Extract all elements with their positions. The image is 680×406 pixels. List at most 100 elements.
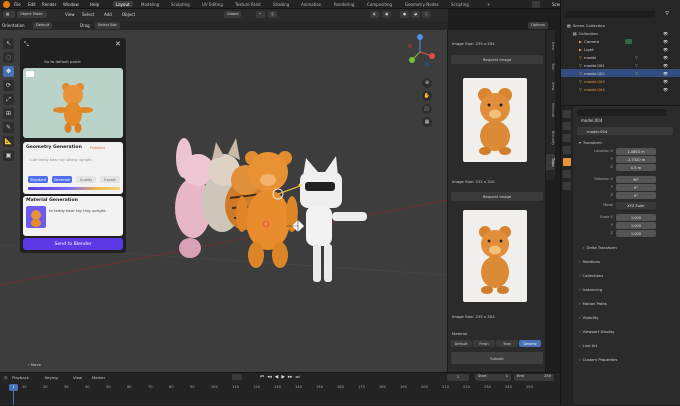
- pivot-selector[interactable]: Global: [224, 11, 242, 18]
- modifier-tab-icon[interactable]: [563, 170, 571, 178]
- panel-motion-paths[interactable]: › Motion Paths: [579, 299, 607, 307]
- outliner-search-input[interactable]: [565, 11, 655, 18]
- request-image-button-2[interactable]: Request Image: [451, 192, 543, 201]
- tab-compositing[interactable]: Compositing: [364, 1, 395, 7]
- transform-tool-icon[interactable]: ⊞: [3, 108, 14, 119]
- chip-generate[interactable]: Generate: [52, 176, 72, 183]
- xray-icon[interactable]: ▣: [382, 11, 391, 18]
- outliner-row-light[interactable]: ▶ Light 👁: [561, 45, 680, 53]
- tab-tripo[interactable]: Tripo: [546, 154, 555, 170]
- outliner-row-model-003[interactable]: ▽ model.003 👁: [561, 77, 680, 85]
- outliner-row-camera[interactable]: ▶ Camera 👁: [561, 37, 680, 45]
- location-y-field[interactable]: -1.7320 m: [616, 156, 656, 163]
- menu-view[interactable]: View: [65, 12, 75, 17]
- submit-button[interactable]: Submit: [451, 352, 543, 364]
- cursor-tool-icon[interactable]: ↖: [3, 38, 14, 49]
- rotation-z-field[interactable]: 0°: [616, 192, 656, 199]
- shading-rendered-icon[interactable]: ○: [422, 11, 431, 18]
- object-tab-icon[interactable]: [563, 158, 571, 166]
- generated-image-2[interactable]: [463, 210, 527, 302]
- visibility-eye-icon[interactable]: 👁: [663, 79, 668, 84]
- chip-quality[interactable]: Quality: [76, 176, 96, 183]
- measure-tool-icon[interactable]: 📐: [3, 136, 14, 147]
- mat-tab-default[interactable]: Default: [450, 340, 472, 347]
- visibility-eye-icon[interactable]: 👁: [663, 31, 668, 36]
- geometry-prompt[interactable]: Cute teddy bear toy sitting upright.: [29, 158, 93, 162]
- mat-tab-fresh[interactable]: Fresh: [473, 340, 495, 347]
- material-prompt[interactable]: te teddy bear toy ting upright.: [49, 208, 119, 213]
- add-cube-tool-icon[interactable]: ▣: [3, 150, 14, 161]
- last-operator-panel[interactable]: › Move: [28, 362, 41, 367]
- select-tool-icon[interactable]: ◌: [3, 52, 14, 63]
- menu-window[interactable]: Window: [63, 2, 79, 7]
- mode-selector[interactable]: Object Mode: [17, 11, 47, 18]
- rotation-y-field[interactable]: 0°: [616, 184, 656, 191]
- menu-render[interactable]: Render: [42, 2, 56, 7]
- zoom-icon[interactable]: ⊕: [422, 78, 432, 88]
- close-icon[interactable]: ✕: [115, 40, 121, 48]
- timeline-ruler[interactable]: 10 20 30 40 50 60 70 80 90 100 110 120 130 140 150 160 1…: [0, 373, 560, 406]
- rotation-mode-selector[interactable]: XYZ Euler: [616, 202, 656, 209]
- annotate-tool-icon[interactable]: ✎: [3, 122, 14, 133]
- tool-tab-icon[interactable]: [563, 110, 571, 118]
- material-tab-icon[interactable]: [563, 182, 571, 190]
- send-to-blender-button[interactable]: Send to Blender: [23, 238, 123, 250]
- menu-object[interactable]: Object: [122, 12, 135, 17]
- visibility-eye-icon[interactable]: 👁: [663, 39, 668, 44]
- visibility-eye-icon[interactable]: 👁: [663, 55, 668, 60]
- object-name-field[interactable]: model.004: [577, 127, 673, 135]
- transform-panel-header[interactable]: ▾ Transform: [579, 138, 602, 146]
- outliner-row-model-004[interactable]: ▽ model.004 👁: [561, 85, 680, 93]
- panel-collections[interactable]: › Collections: [579, 271, 603, 279]
- location-x-field[interactable]: 1.0653 m: [616, 148, 656, 155]
- properties-search-input[interactable]: [577, 109, 667, 116]
- shading-solid-icon[interactable]: ●: [400, 11, 409, 18]
- orientation-selector[interactable]: Default: [33, 22, 53, 29]
- menu-help[interactable]: Help: [90, 2, 99, 7]
- tab-meshcat[interactable]: Meshcat: [546, 98, 555, 122]
- scale-y-field[interactable]: 1.000: [616, 222, 656, 229]
- tab-shading[interactable]: Shading: [270, 1, 292, 7]
- scale-z-field[interactable]: 1.000: [616, 230, 656, 237]
- tab-texture-paint[interactable]: Texture Paint: [232, 1, 264, 7]
- rotation-x-field[interactable]: 90°: [616, 176, 656, 183]
- output-tab-icon[interactable]: [563, 134, 571, 142]
- menu-edit[interactable]: Edit: [28, 2, 36, 7]
- tab-layout[interactable]: Layout: [113, 1, 133, 7]
- tab-rendering[interactable]: Rendering: [331, 1, 357, 7]
- collapse-icon[interactable]: ⤡: [24, 41, 29, 49]
- tab-view[interactable]: View: [546, 78, 555, 94]
- tab-animation[interactable]: Animation: [298, 1, 324, 7]
- drag-selector[interactable]: Select Box: [95, 22, 120, 29]
- request-image-button-1[interactable]: Request Image: [451, 55, 543, 64]
- outliner-row-model-002[interactable]: ▽ model.002 ▽ 👁: [561, 69, 680, 77]
- shading-material-icon[interactable]: ◕: [411, 11, 420, 18]
- visibility-eye-icon[interactable]: 👁: [663, 47, 668, 52]
- editor-type-icon[interactable]: ▦: [3, 11, 15, 18]
- pan-hand-icon[interactable]: ✋: [422, 91, 432, 101]
- panel-relations[interactable]: › Relations: [579, 257, 600, 265]
- menu-add[interactable]: Add: [104, 12, 112, 17]
- visibility-eye-icon[interactable]: 👁: [663, 87, 668, 92]
- panel-viewport-display[interactable]: › Viewport Display: [579, 327, 615, 335]
- panel-custom-properties[interactable]: › Custom Properties: [579, 355, 617, 363]
- panel-visibility[interactable]: › Visibility: [579, 313, 598, 321]
- proportional-edit-icon[interactable]: ◎: [268, 11, 277, 18]
- options-button[interactable]: Options: [528, 22, 548, 29]
- chip-standard[interactable]: Standard: [28, 176, 48, 183]
- tab-geometry-nodes[interactable]: Geometry Nodes: [402, 1, 442, 7]
- menu-file[interactable]: File: [14, 2, 21, 7]
- overlay-icon[interactable]: ◐: [370, 11, 379, 18]
- tab-tool[interactable]: Tool: [546, 58, 555, 74]
- go-default-panel-link[interactable]: Go to default panel: [44, 59, 81, 64]
- tab-blendify[interactable]: Blendify: [546, 125, 555, 151]
- visibility-eye-icon[interactable]: 👁: [663, 63, 668, 68]
- outliner-row-model-001[interactable]: ▽ model.001 ▽ 👁: [561, 61, 680, 69]
- tab-item[interactable]: Item: [546, 38, 555, 54]
- visibility-eye-icon[interactable]: 👁: [663, 71, 668, 76]
- outliner-row-model[interactable]: ▽ model ▽ 👁: [561, 53, 680, 61]
- mat-tab-generic[interactable]: Generic: [519, 340, 541, 347]
- tab-uv-editing[interactable]: UV Editing: [199, 1, 226, 7]
- tab-modeling[interactable]: Modeling: [138, 1, 162, 7]
- menu-select[interactable]: Select: [82, 12, 94, 17]
